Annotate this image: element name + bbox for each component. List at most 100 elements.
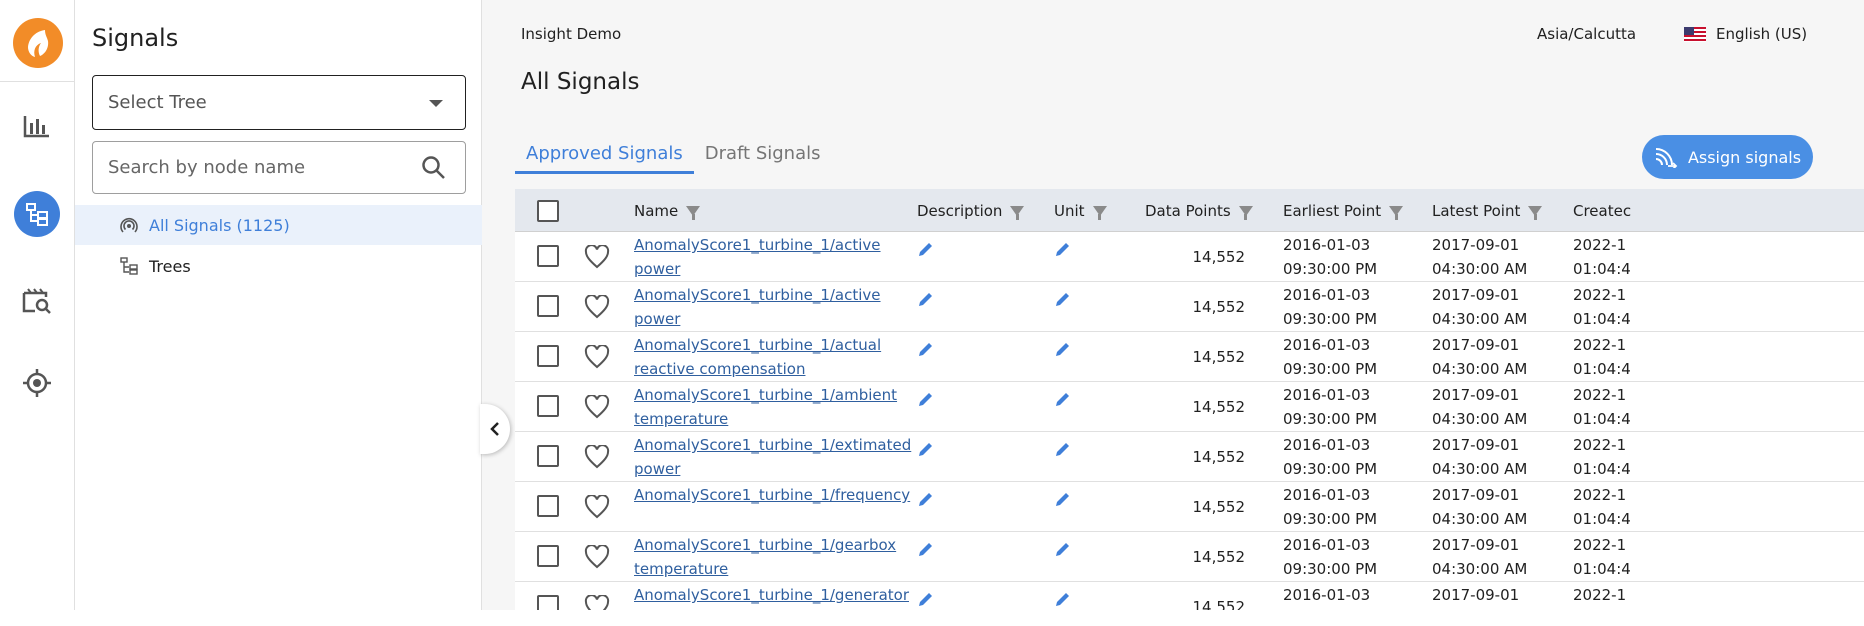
row-checkbox[interactable]: [537, 595, 559, 610]
column-name[interactable]: Name: [634, 189, 701, 232]
edit-unit-icon[interactable]: [1054, 390, 1072, 415]
table-row[interactable]: AnomalyScore1_turbine_1/gearbox temperatu…: [515, 532, 1864, 582]
column-latest-point[interactable]: Latest Point: [1432, 189, 1543, 232]
signal-name-cell: AnomalyScore1_turbine_1/frequency: [634, 483, 910, 507]
signal-name-cell: AnomalyScore1_turbine_1/actual reactive c…: [634, 333, 904, 381]
assign-signals-button[interactable]: Assign signals: [1642, 135, 1813, 179]
edit-unit-icon[interactable]: [1054, 540, 1072, 565]
edit-unit-icon[interactable]: [1054, 440, 1072, 465]
latest-point-value: 2017-09-01: [1432, 586, 1520, 604]
signal-name-link[interactable]: AnomalyScore1_turbine_1/active power: [634, 233, 904, 281]
column-earliest-point[interactable]: Earliest Point: [1283, 189, 1404, 232]
edit-unit-icon[interactable]: [1054, 290, 1072, 315]
created-value: 2022-1 01:04:4: [1573, 436, 1631, 478]
heart-icon[interactable]: [584, 444, 610, 476]
filter-icon[interactable]: [1238, 205, 1253, 220]
table-header: Name Description Unit Data Points Earlie…: [515, 189, 1864, 232]
edit-unit-icon[interactable]: [1054, 590, 1072, 610]
column-created[interactable]: Createc: [1573, 189, 1631, 232]
search-icon[interactable]: [421, 155, 447, 185]
heart-icon[interactable]: [584, 494, 610, 526]
target-icon[interactable]: [14, 360, 60, 406]
table-row[interactable]: AnomalyScore1_turbine_1/actual reactive c…: [515, 332, 1864, 382]
select-all-checkbox[interactable]: [537, 199, 559, 222]
column-unit[interactable]: Unit: [1054, 189, 1107, 232]
heart-icon[interactable]: [584, 544, 610, 576]
row-checkbox[interactable]: [537, 345, 559, 367]
created-value: 2022-1: [1573, 586, 1627, 604]
edit-unit-icon[interactable]: [1054, 340, 1072, 365]
row-checkbox[interactable]: [537, 495, 559, 517]
row-checkbox[interactable]: [537, 445, 559, 467]
tree-icon: [119, 257, 139, 275]
filter-icon[interactable]: [1528, 205, 1543, 220]
table-row[interactable]: AnomalyScore1_turbine_1/frequency 14,552 2…: [515, 482, 1864, 532]
table-row[interactable]: AnomalyScore1_turbine_1/ambient temperatu…: [515, 382, 1864, 432]
tree-item-label: Trees: [149, 256, 191, 276]
chart-icon[interactable]: [14, 103, 60, 149]
table-row[interactable]: AnomalyScore1_turbine_1/extimated power 14…: [515, 432, 1864, 482]
tab-approved-signals[interactable]: Approved Signals: [515, 140, 694, 174]
heart-icon[interactable]: [584, 594, 610, 610]
timezone-selector[interactable]: Asia/Calcutta: [1537, 25, 1636, 43]
edit-description-icon[interactable]: [917, 590, 935, 610]
edit-description-icon[interactable]: [917, 390, 935, 415]
signal-name-cell: AnomalyScore1_turbine_1/generator: [634, 583, 909, 607]
tree-structure-icon[interactable]: [14, 191, 60, 237]
table-row[interactable]: AnomalyScore1_turbine_1/generator 14,552 2…: [515, 582, 1864, 610]
row-checkbox-cell: [537, 545, 559, 567]
filter-icon[interactable]: [1092, 205, 1107, 220]
column-label: Name: [634, 201, 679, 220]
latest-point-value: 2017-09-01 04:30:00 AM: [1432, 236, 1528, 278]
heart-icon[interactable]: [584, 244, 610, 276]
table-row[interactable]: AnomalyScore1_turbine_1/active powersetp…: [515, 282, 1864, 352]
edit-description-icon[interactable]: [917, 490, 935, 515]
language-label: English (US): [1716, 25, 1808, 43]
search-input[interactable]: [108, 157, 408, 178]
data-points-value: 14,552: [1192, 348, 1246, 366]
created-value: 2022-1 01:04:4: [1573, 386, 1631, 428]
heart-icon[interactable]: [584, 344, 610, 376]
row-checkbox[interactable]: [537, 395, 559, 417]
edit-description-icon[interactable]: [917, 340, 935, 365]
signal-name-link[interactable]: AnomalyScore1_turbine_1/extimated power: [634, 433, 911, 481]
signal-name-link[interactable]: AnomalyScore1_turbine_1/generator: [634, 583, 909, 607]
tab-draft-signals[interactable]: Draft Signals: [694, 140, 832, 174]
column-description[interactable]: Description: [917, 189, 1025, 232]
edit-description-icon[interactable]: [917, 240, 935, 265]
signal-name-cell: AnomalyScore1_turbine_1/extimated power: [634, 433, 911, 481]
signal-name-link[interactable]: AnomalyScore1_turbine_1/gearbox temperatu…: [634, 533, 904, 581]
logo-icon[interactable]: [13, 18, 63, 68]
signals-table: Name Description Unit Data Points Earlie…: [515, 189, 1864, 610]
column-label: Unit: [1054, 201, 1085, 220]
filter-icon[interactable]: [1389, 205, 1404, 220]
table-row[interactable]: AnomalyScore1_turbine_1/active power 14,5…: [515, 232, 1864, 282]
filter-icon[interactable]: [686, 205, 701, 220]
filter-icon[interactable]: [1010, 205, 1025, 220]
edit-unit-icon[interactable]: [1054, 240, 1072, 265]
data-points-value: 14,552: [1192, 548, 1246, 566]
signal-name-link[interactable]: AnomalyScore1_turbine_1/actual reactive c…: [634, 333, 904, 381]
row-checkbox[interactable]: [537, 295, 559, 317]
tree-item-trees[interactable]: Trees: [75, 246, 482, 286]
data-points-value: 14,552: [1192, 248, 1246, 266]
edit-description-icon[interactable]: [917, 290, 935, 315]
row-checkbox-cell: [537, 295, 559, 317]
row-checkbox[interactable]: [537, 545, 559, 567]
signal-name-link[interactable]: AnomalyScore1_turbine_1/frequency: [634, 483, 910, 507]
earliest-point-value: 2016-01-03 09:30:00 PM: [1283, 336, 1378, 378]
icon-rail: [0, 0, 75, 610]
edit-description-icon[interactable]: [917, 440, 935, 465]
tree-item-all-signals[interactable]: All Signals (1125): [75, 205, 482, 245]
heart-icon[interactable]: [584, 294, 610, 326]
row-checkbox[interactable]: [537, 245, 559, 267]
select-tree-dropdown[interactable]: Select Tree: [92, 75, 466, 130]
panel-title: Signals: [92, 24, 179, 52]
edit-description-icon[interactable]: [917, 540, 935, 565]
language-selector[interactable]: English (US): [1684, 25, 1807, 43]
column-data-points[interactable]: Data Points: [1145, 189, 1253, 232]
search-data-icon[interactable]: [14, 278, 60, 324]
heart-icon[interactable]: [584, 394, 610, 426]
edit-unit-icon[interactable]: [1054, 490, 1072, 515]
signal-name-link[interactable]: AnomalyScore1_turbine_1/ambient temperatu…: [634, 383, 904, 431]
